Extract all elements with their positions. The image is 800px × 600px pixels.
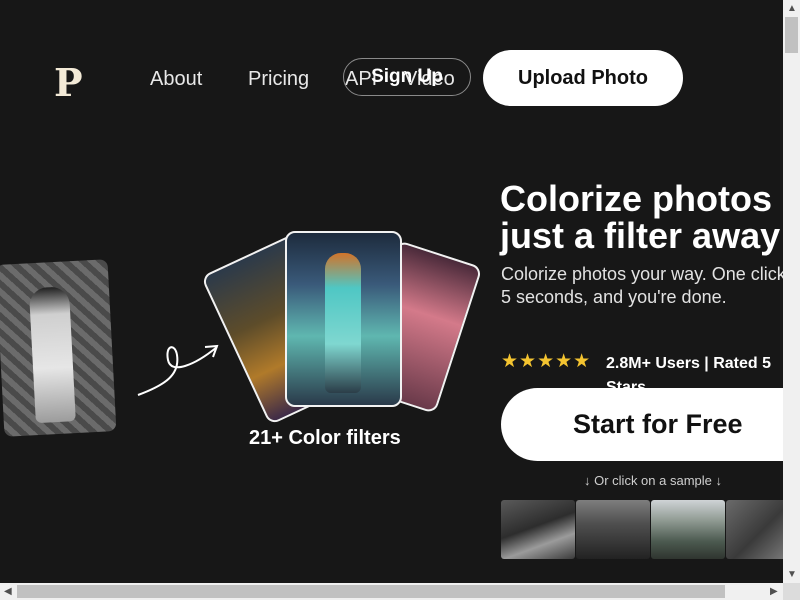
- photo-subject: [28, 286, 76, 424]
- sample-photo-3[interactable]: [651, 500, 725, 559]
- color-filters-label: 21+ Color filters: [249, 427, 401, 449]
- scroll-right-icon[interactable]: ▶: [770, 586, 778, 597]
- horizontal-scrollbar[interactable]: ◀ ▶: [0, 583, 783, 600]
- sample-hint: ↓ Or click on a sample ↓: [584, 473, 722, 488]
- sample-photo-4[interactable]: [726, 500, 783, 559]
- scroll-left-icon[interactable]: ◀: [4, 586, 12, 597]
- rating-stars-icon: ★★★★★: [501, 351, 592, 372]
- curly-arrow-icon: [137, 344, 219, 396]
- color-filter-card-center: [285, 231, 402, 407]
- scroll-down-icon[interactable]: ▼: [787, 569, 797, 580]
- hero-title: Colorize photos just a filter away: [500, 180, 780, 254]
- scroll-up-icon[interactable]: ▲: [787, 3, 797, 14]
- vertical-scroll-thumb[interactable]: [785, 17, 798, 53]
- sample-photo-2[interactable]: [576, 500, 650, 559]
- horizontal-scroll-thumb[interactable]: [17, 585, 725, 598]
- scrollbar-corner: [783, 583, 800, 600]
- original-bw-photo: [0, 259, 117, 437]
- nav-pricing-link[interactable]: Pricing: [248, 68, 309, 91]
- page-viewport: P About Pricing API Video Sign Up Upload…: [0, 0, 783, 583]
- signup-button[interactable]: Sign Up: [343, 58, 471, 96]
- start-for-free-button[interactable]: Start for Free: [501, 388, 783, 461]
- photo-subject: [325, 253, 361, 393]
- sample-photos: [501, 500, 783, 559]
- hero-subtitle: Colorize photos your way. One click, 5 s…: [501, 264, 783, 307]
- nav-about-link[interactable]: About: [150, 68, 202, 91]
- hero-title-line1: Colorize photos: [500, 178, 772, 219]
- site-logo[interactable]: P: [54, 60, 83, 105]
- sample-photo-1[interactable]: [501, 500, 575, 559]
- upload-photo-button[interactable]: Upload Photo: [483, 50, 683, 106]
- hero-title-line2: just a filter away: [500, 215, 781, 256]
- vertical-scrollbar[interactable]: ▲ ▼: [783, 0, 800, 583]
